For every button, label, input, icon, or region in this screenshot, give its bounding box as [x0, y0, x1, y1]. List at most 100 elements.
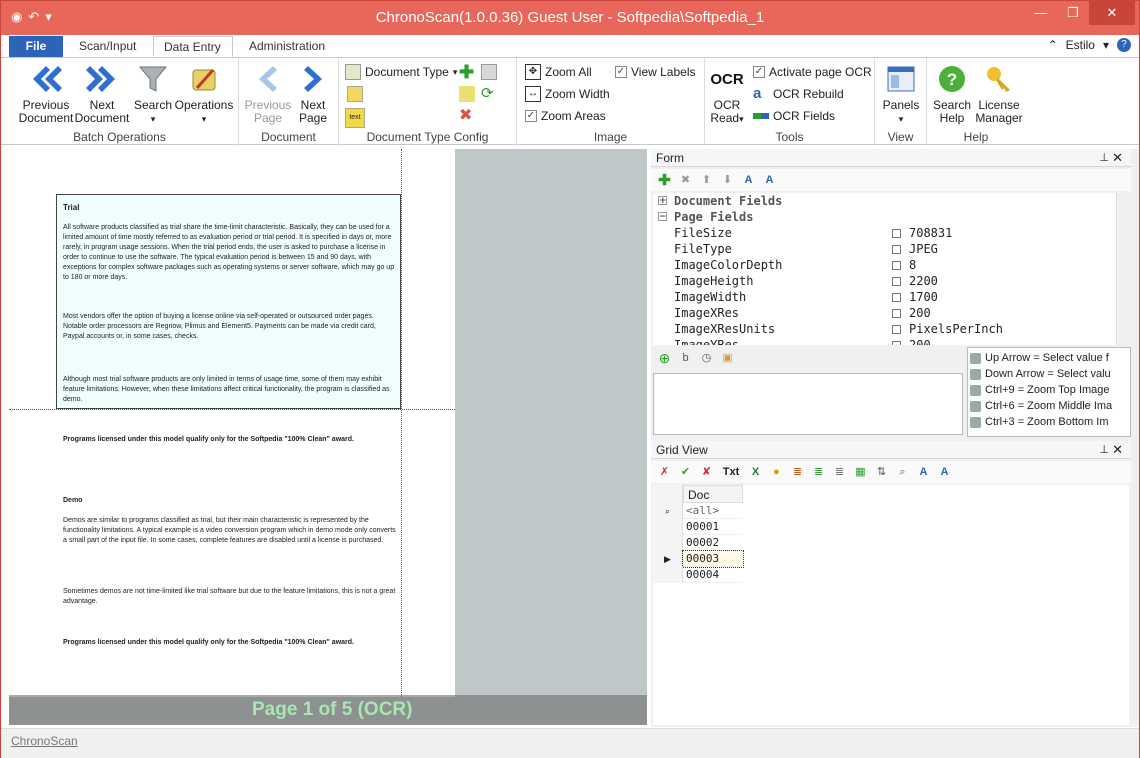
tab-scan-input[interactable]: Scan/Input — [69, 36, 146, 57]
shortcut-item: Up Arrow = Select value f — [970, 350, 1109, 366]
grid-icon[interactable]: ▦ — [853, 465, 868, 480]
search-button[interactable]: Search ▾ — [131, 62, 175, 126]
text-icon[interactable]: text — [345, 108, 365, 128]
style-dropdown-icon[interactable]: ▾ — [1103, 38, 1109, 52]
guide-line-horizontal — [9, 409, 455, 410]
activate-page-ocr-checkbox[interactable]: ✓ Activate page OCR — [753, 63, 872, 81]
font-icon[interactable]: A — [916, 465, 931, 480]
group-label: Document — [261, 130, 316, 144]
tab-data-entry[interactable]: Data Entry — [153, 36, 233, 57]
delete-field-icon[interactable]: ✖ — [678, 173, 693, 188]
zoom-all-button[interactable]: ✥ Zoom All — [525, 63, 592, 81]
svg-text:?: ? — [947, 70, 957, 89]
zoom-areas-checkbox[interactable]: ✓ Zoom Areas — [525, 107, 606, 125]
view-labels-checkbox[interactable]: ✓ View Labels — [615, 63, 696, 81]
pin-icon[interactable]: ⊥ — [1099, 149, 1109, 167]
search-replace-icon[interactable]: ⌕ — [895, 465, 910, 480]
close-button[interactable]: ✕ — [1089, 1, 1135, 25]
section-document-fields[interactable]: + Document Fields — [653, 193, 1116, 209]
sort-icon[interactable]: ⇅ — [874, 465, 889, 480]
table-row[interactable]: 00004 — [683, 567, 743, 583]
list-green-icon[interactable]: ≣ — [811, 465, 826, 480]
filter-cell[interactable]: <all> — [683, 503, 743, 519]
license-manager-button[interactable]: License Manager — [973, 62, 1025, 125]
help-icon[interactable]: ? — [1117, 38, 1131, 52]
box-icon[interactable]: ▣ — [720, 351, 735, 366]
field-row[interactable]: ImageWidth 1700 — [653, 289, 1116, 305]
clock-icon[interactable]: ◷ — [699, 351, 714, 366]
style-label[interactable]: Estilo — [1066, 38, 1095, 52]
field-icon[interactable] — [347, 86, 363, 102]
field-property-grid[interactable]: + Document Fields − Page Fields FileSize 70… — [653, 193, 1116, 345]
next-page-button[interactable]: Next Page — [291, 62, 335, 125]
operations-button[interactable]: Operations ▾ — [173, 62, 235, 126]
move-up-icon[interactable]: ⬆ — [699, 173, 714, 188]
refresh-icon[interactable]: ⟳ — [481, 86, 497, 102]
previous-document-button[interactable]: Previous Document — [15, 62, 77, 125]
shortcut-item: Down Arrow = Select valu — [970, 366, 1111, 382]
edit-icon[interactable] — [459, 86, 475, 102]
export-txt-button[interactable]: Txt — [720, 465, 742, 480]
filter-search-icon[interactable]: ⌕ — [653, 503, 683, 519]
list-gray-icon[interactable]: ≣ — [832, 465, 847, 480]
field-row[interactable]: ImageHeigth 2200 — [653, 273, 1116, 289]
excel-icon[interactable]: X — [748, 465, 763, 480]
row-selector — [653, 535, 683, 551]
move-down-icon[interactable]: ⬇ — [720, 173, 735, 188]
vertical-scrollbar[interactable] — [1116, 193, 1131, 345]
previous-page-button[interactable]: Previous Page — [243, 62, 293, 125]
coin-icon[interactable]: ● — [769, 465, 784, 480]
notes-textarea[interactable] — [653, 373, 963, 435]
table-row[interactable]: 00001 — [683, 519, 743, 535]
bold-icon[interactable]: b — [678, 351, 693, 366]
table-row[interactable]: 00003 — [682, 550, 744, 568]
close-icon[interactable]: ✕ — [1112, 149, 1123, 167]
page-indicator-bar: Page 1 of 5 (OCR) — [9, 695, 647, 725]
group-tools: OCR OCR Read▾ ✓ Activate page OCR a OCR Re… — [705, 58, 875, 146]
list-icon[interactable]: ≣ — [790, 465, 805, 480]
delete-icon[interactable]: ✖ — [459, 108, 475, 124]
field-add-icon[interactable]: A — [762, 173, 777, 188]
font-add-icon[interactable]: A — [937, 465, 952, 480]
check-icon[interactable]: ✔ — [678, 465, 693, 480]
next-document-button[interactable]: Next Document — [73, 62, 131, 125]
field-settings-icon[interactable]: A — [741, 173, 756, 188]
minimize-button[interactable]: — — [1025, 1, 1057, 25]
ocr-read-button[interactable]: OCR OCR Read▾ — [705, 62, 749, 126]
scanned-page[interactable]: Trial All software products classified a… — [9, 149, 455, 697]
field-row[interactable]: ImageYRes 200 — [653, 337, 1116, 345]
field-row[interactable]: FileType JPEG — [653, 241, 1116, 257]
field-row[interactable]: FileSize 708831 — [653, 225, 1116, 241]
group-help: ? Search Help License Manager Help — [927, 58, 1025, 146]
field-row[interactable]: ImageColorDepth 8 — [653, 257, 1116, 273]
section-page-fields[interactable]: − Page Fields — [653, 209, 1116, 225]
style-collapse-icon[interactable]: ⌃ — [1048, 38, 1058, 52]
add-circle-icon[interactable]: ⊕ — [657, 350, 672, 366]
maximize-button[interactable]: ❐ — [1057, 1, 1089, 25]
ocr-rebuild-button[interactable]: a OCR Rebuild — [753, 85, 844, 103]
config-icon[interactable] — [481, 64, 497, 80]
field-row[interactable]: ImageXRes 200 — [653, 305, 1116, 321]
remove-icon[interactable]: ✘ — [699, 465, 714, 480]
tab-file[interactable]: File — [9, 36, 63, 57]
tab-administration[interactable]: Administration — [239, 36, 335, 57]
add-icon[interactable]: ✚ — [459, 63, 475, 81]
column-header-doc[interactable]: Doc — [683, 485, 743, 503]
field-row[interactable]: ImageXResUnits PixelsPerInch — [653, 321, 1116, 337]
panels-button[interactable]: Panels ▾ — [879, 62, 923, 126]
close-icon[interactable]: ✕ — [1112, 441, 1123, 459]
search-help-button[interactable]: ? Search Help — [929, 62, 975, 125]
ocr-fields-button[interactable]: OCR Fields — [753, 107, 835, 125]
paragraph: Most vendors offer the option of buying … — [63, 313, 376, 340]
table-row[interactable]: 00002 — [683, 535, 743, 551]
group-label: Document Type Config — [366, 130, 489, 144]
grid-table[interactable]: Doc ⌕ <all> 00001 00002 ▶ 00003 00004 — [653, 485, 1129, 725]
status-text[interactable]: ChronoScan — [11, 734, 78, 748]
document-viewer[interactable]: Trial All software products classified a… — [9, 149, 647, 725]
add-field-icon[interactable]: ✚ — [657, 173, 672, 188]
shortcut-list[interactable]: Up Arrow = Select value f Down Arrow = S… — [967, 347, 1131, 437]
pin-icon[interactable]: ⊥ — [1099, 441, 1109, 459]
zoom-width-button[interactable]: ↔ Zoom Width — [525, 85, 610, 103]
clear-filter-icon[interactable]: ✗ — [657, 465, 672, 480]
document-type-dropdown[interactable]: Document Type ▾ — [345, 63, 457, 81]
